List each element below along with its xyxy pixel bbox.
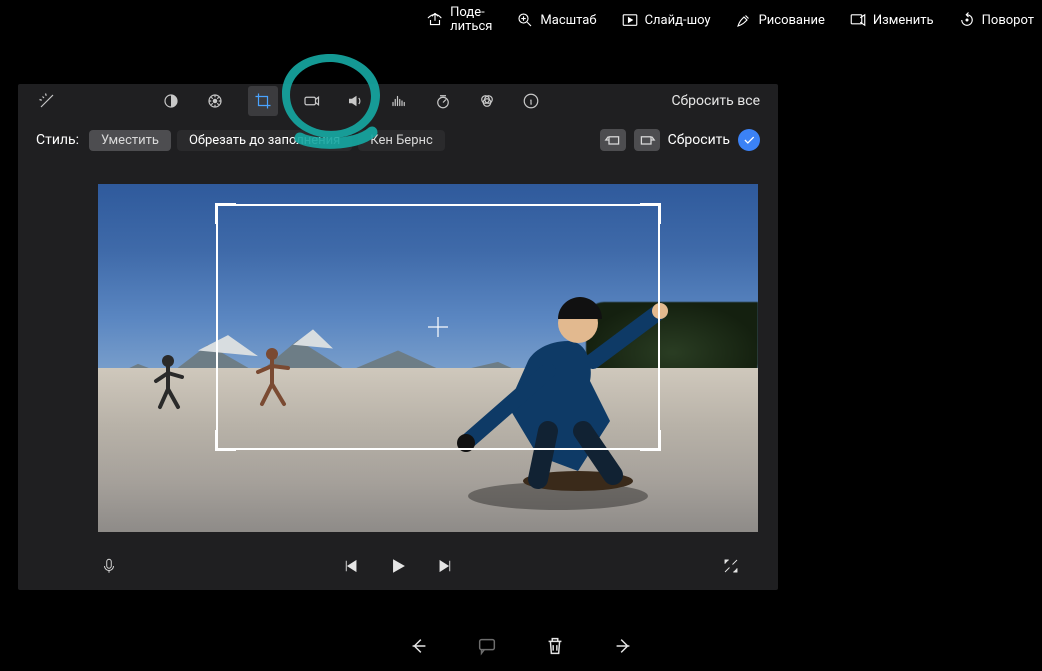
rotate-cw-button[interactable] — [634, 129, 660, 151]
stabilization-button[interactable] — [300, 90, 322, 112]
crop-handle-tl[interactable] — [215, 203, 236, 224]
crop-to-fill-option[interactable]: Обрезать до заполнения — [177, 130, 352, 151]
crop-handle-br[interactable] — [640, 430, 661, 451]
play-button[interactable] — [387, 555, 409, 577]
color-balance-button[interactable] — [160, 90, 182, 112]
volume-button[interactable] — [344, 90, 366, 112]
zoom-button[interactable]: Масштаб — [516, 11, 596, 29]
slideshow-label: Слайд-шоу — [645, 13, 711, 28]
crop-button[interactable] — [248, 86, 278, 116]
auto-enhance-button[interactable] — [36, 90, 58, 112]
crop-handle-bl[interactable] — [215, 430, 236, 451]
zoom-icon — [516, 11, 534, 29]
crop-rectangle[interactable] — [216, 204, 660, 450]
style-label: Стиль: — [36, 132, 79, 148]
crop-handle-tr[interactable] — [640, 203, 661, 224]
rotate-label: Поворот — [982, 13, 1034, 28]
prev-button[interactable] — [339, 555, 361, 577]
color-correction-button[interactable] — [204, 90, 226, 112]
edit-button[interactable]: Изменить — [849, 11, 934, 29]
slideshow-button[interactable]: Слайд-шоу — [621, 11, 711, 29]
edit-label: Изменить — [873, 13, 934, 28]
noise-eq-button[interactable] — [388, 90, 410, 112]
rotate-button[interactable]: Поворот — [958, 11, 1034, 29]
bottom-nav — [0, 621, 1042, 671]
draw-icon — [735, 11, 753, 29]
crop-style-row: Стиль: Уместить Обрезать до заполнения К… — [18, 124, 778, 156]
info-button[interactable] — [520, 90, 542, 112]
rotate-ccw-button[interactable] — [600, 129, 626, 151]
nav-delete-button[interactable] — [544, 635, 566, 657]
share-button[interactable]: Поде- литься — [426, 6, 492, 35]
reset-all-button[interactable]: Сбросить все — [671, 84, 760, 118]
draw-label: Рисование — [759, 13, 825, 28]
crop-reset-button[interactable]: Сбросить — [668, 132, 730, 148]
video-viewer[interactable] — [98, 184, 758, 532]
crop-style-segment: Уместить Обрезать до заполнения Кен Берн… — [89, 130, 445, 151]
crop-center-cross — [428, 317, 448, 337]
voiceover-button[interactable] — [98, 555, 120, 577]
apply-button[interactable] — [738, 129, 760, 151]
speed-button[interactable] — [432, 90, 454, 112]
system-toolbar: Поде- литься Масштаб Слайд-шоу Рисование — [0, 0, 1042, 40]
fullscreen-button[interactable] — [720, 555, 742, 577]
nav-forward-button[interactable] — [612, 635, 634, 657]
next-button[interactable] — [435, 555, 457, 577]
zoom-label: Масштаб — [540, 13, 596, 28]
draw-button[interactable]: Рисование — [735, 11, 825, 29]
transport-bar — [18, 542, 778, 590]
video-inspector-panel: Сбросить все Стиль: Уместить Обрезать до… — [18, 84, 778, 590]
color-filter-button[interactable] — [476, 90, 498, 112]
edit-icon — [849, 11, 867, 29]
fit-option[interactable]: Уместить — [89, 130, 171, 151]
share-icon — [426, 11, 444, 29]
slideshow-icon — [621, 11, 639, 29]
inspector-toolbar: Сбросить все — [18, 84, 778, 118]
ken-burns-option[interactable]: Кен Бернс — [358, 130, 445, 151]
nav-comment-button[interactable] — [476, 635, 498, 657]
share-label: Поде- литься — [450, 6, 492, 35]
nav-back-button[interactable] — [408, 635, 430, 657]
rotate-icon — [958, 11, 976, 29]
skater-bg-1 — [148, 351, 188, 421]
